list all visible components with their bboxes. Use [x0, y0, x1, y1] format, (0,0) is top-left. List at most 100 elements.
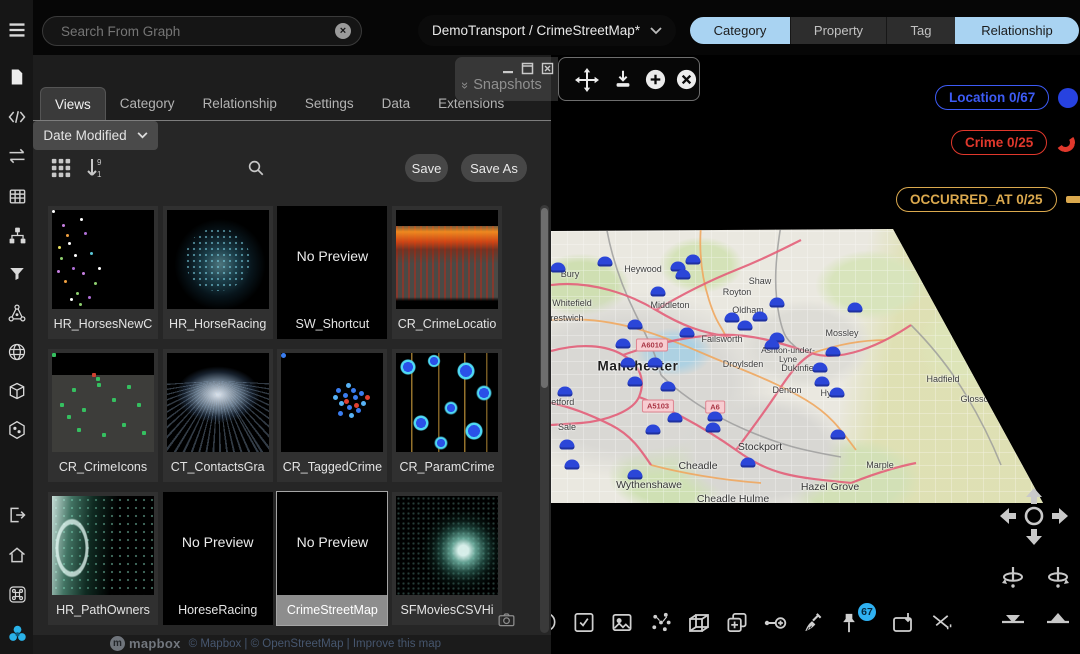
- pan-dpad[interactable]: [993, 486, 1075, 548]
- legend-pill-occurred_at[interactable]: OCCURRED_AT 0/25: [896, 187, 1057, 212]
- location-marker[interactable]: [725, 313, 740, 323]
- grid-view-icon[interactable]: [50, 157, 72, 184]
- filter-tab-tag[interactable]: Tag: [886, 17, 955, 44]
- filter-tab-category[interactable]: Category: [690, 17, 790, 44]
- command-icon[interactable]: [6, 583, 28, 605]
- filter-tab-relationship[interactable]: Relationship: [955, 17, 1079, 44]
- location-marker[interactable]: [686, 255, 701, 265]
- location-marker[interactable]: [560, 440, 575, 450]
- rotate-ccw-button[interactable]: [1000, 564, 1026, 597]
- legend-pill-crime[interactable]: Crime 0/25: [951, 130, 1047, 155]
- location-marker[interactable]: [668, 413, 683, 423]
- location-marker[interactable]: [741, 458, 756, 468]
- link-node-icon[interactable]: [763, 611, 787, 640]
- clear-search-icon[interactable]: ×: [335, 23, 351, 39]
- table-icon[interactable]: [6, 185, 28, 207]
- hexagon-icon[interactable]: [6, 419, 28, 441]
- location-marker[interactable]: [646, 425, 661, 435]
- search-icon[interactable]: [247, 159, 265, 182]
- package-icon[interactable]: [6, 380, 28, 402]
- view-tile-HR_HorsesNewC[interactable]: HR_HorsesNewC: [48, 206, 158, 339]
- location-marker[interactable]: [753, 312, 768, 322]
- search-input[interactable]: [59, 23, 335, 40]
- tab-data[interactable]: Data: [368, 87, 425, 119]
- location-marker[interactable]: [770, 298, 785, 308]
- view-tile-CR_CrimeLocatio[interactable]: CR_CrimeLocatio: [392, 206, 502, 339]
- hierarchy-icon[interactable]: [6, 224, 28, 246]
- image-icon[interactable]: [611, 611, 634, 639]
- code-icon[interactable]: [6, 106, 28, 128]
- scatter-icon[interactable]: [650, 611, 673, 639]
- location-marker[interactable]: [616, 339, 631, 349]
- map-canvas[interactable]: BuryHeywoodWhitefieldPrestwichMiddletonR…: [551, 225, 1051, 505]
- cut-icon[interactable]: [930, 611, 953, 639]
- add-circle-icon[interactable]: [644, 68, 667, 96]
- location-marker[interactable]: [706, 423, 721, 433]
- view-tile-HoreseRacing[interactable]: No PreviewHoreseRacing: [163, 492, 273, 625]
- location-marker[interactable]: [558, 387, 573, 397]
- save-button[interactable]: Save: [405, 154, 448, 182]
- tab-settings[interactable]: Settings: [291, 87, 368, 119]
- view-tile-SFMoviesCSVHi[interactable]: SFMoviesCSVHi: [392, 492, 502, 625]
- move-icon[interactable]: [575, 68, 599, 97]
- broom-icon[interactable]: [801, 611, 824, 639]
- camera-icon[interactable]: [498, 613, 515, 632]
- sort-dropdown[interactable]: Date Modified: [33, 121, 158, 150]
- snapshots-window[interactable]: » Snapshots: [455, 57, 558, 101]
- add-layer-icon[interactable]: [726, 611, 749, 639]
- close-icon[interactable]: [541, 62, 554, 80]
- pin-icon[interactable]: [839, 611, 859, 640]
- filter-tab-property[interactable]: Property: [790, 17, 886, 44]
- mapbox-logo[interactable]: m mapbox: [110, 636, 181, 651]
- location-marker[interactable]: [680, 328, 695, 338]
- view-tile-HR_PathOwners[interactable]: HR_PathOwners: [48, 492, 158, 625]
- location-marker[interactable]: [831, 430, 846, 440]
- file-icon[interactable]: [6, 66, 28, 88]
- globe-icon[interactable]: [6, 341, 28, 363]
- tilt-up-button[interactable]: [1045, 610, 1071, 635]
- location-marker[interactable]: [565, 460, 580, 470]
- view-tile-CT_ContactsGra[interactable]: CT_ContactsGra: [163, 349, 273, 482]
- tab-category[interactable]: Category: [106, 87, 189, 119]
- view-tile-CR_CrimeIcons[interactable]: CR_CrimeIcons: [48, 349, 158, 482]
- view-tile-SW_Shortcut[interactable]: No PreviewSW_Shortcut: [277, 206, 387, 339]
- location-marker[interactable]: [765, 340, 780, 350]
- location-marker[interactable]: [708, 412, 723, 422]
- view-tile-CR_ParamCrime[interactable]: CR_ParamCrime: [392, 349, 502, 482]
- location-marker[interactable]: [813, 363, 828, 373]
- location-marker[interactable]: [628, 320, 643, 330]
- location-marker[interactable]: [848, 303, 863, 313]
- home-icon[interactable]: [6, 544, 28, 566]
- swap-icon[interactable]: [6, 145, 28, 167]
- sign-out-icon[interactable]: [6, 504, 28, 526]
- view-tile-HR_HorseRacing[interactable]: HR_HorseRacing: [163, 206, 273, 339]
- close-circle-icon[interactable]: [675, 68, 698, 96]
- location-marker[interactable]: [598, 257, 613, 267]
- legend-pill-location[interactable]: Location 0/67: [935, 85, 1049, 110]
- select-check-icon[interactable]: [573, 611, 596, 639]
- location-marker[interactable]: [551, 263, 566, 273]
- view-tile-CR_TaggedCrime[interactable]: CR_TaggedCrime: [277, 349, 387, 482]
- view-tile-CrimeStreetMap[interactable]: No PreviewCrimeStreetMap: [277, 492, 387, 625]
- note-pin-icon[interactable]: [891, 611, 915, 640]
- sort-descending-icon[interactable]: 9 1: [85, 157, 105, 184]
- location-marker[interactable]: [648, 358, 663, 368]
- tilt-down-button[interactable]: [1000, 610, 1026, 635]
- workspace-selector[interactable]: DemoTransport / CrimeStreetMap*: [418, 15, 676, 46]
- scrollbar-thumb[interactable]: [541, 208, 548, 388]
- location-marker[interactable]: [815, 377, 830, 387]
- location-marker[interactable]: [676, 270, 691, 280]
- rotate-cw-button[interactable]: [1045, 564, 1071, 597]
- location-marker[interactable]: [628, 377, 643, 387]
- download-icon[interactable]: [612, 68, 634, 95]
- cluster-icon[interactable]: [6, 622, 28, 644]
- molecule-icon[interactable]: [6, 302, 28, 324]
- cube-icon[interactable]: [687, 611, 711, 640]
- save-as-button[interactable]: Save As: [461, 154, 527, 182]
- menu-icon[interactable]: [6, 19, 28, 41]
- location-marker[interactable]: [651, 287, 666, 297]
- tab-relationship[interactable]: Relationship: [189, 87, 291, 119]
- attribution-links[interactable]: © Mapbox | © OpenStreetMap | Improve thi…: [189, 638, 441, 650]
- expand-icon[interactable]: »: [458, 81, 473, 88]
- filter-icon[interactable]: [6, 263, 28, 285]
